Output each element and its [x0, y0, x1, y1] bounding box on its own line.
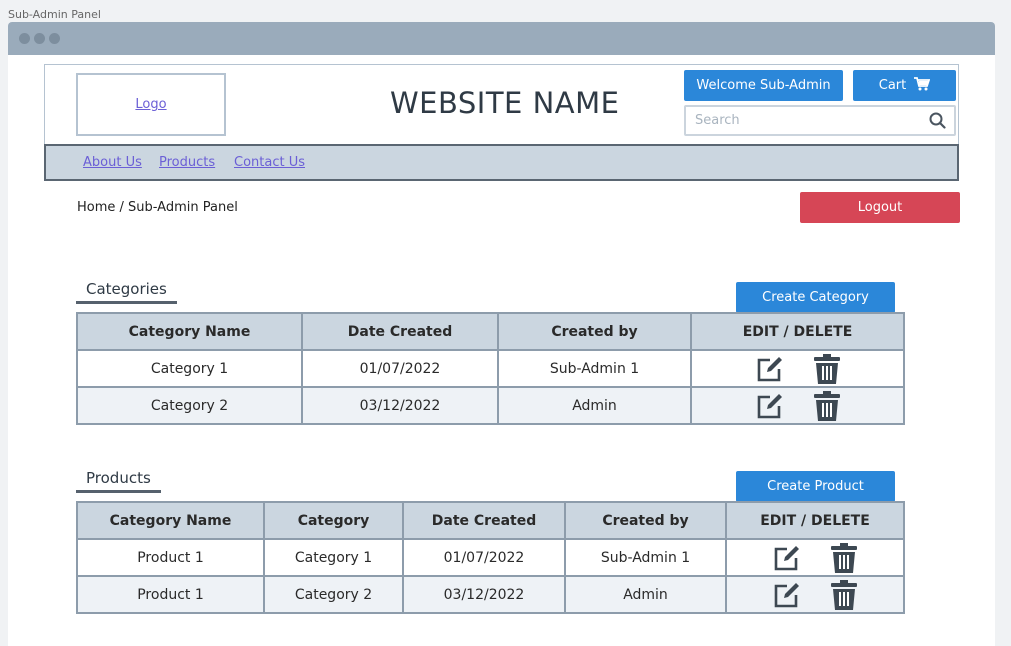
cart-button[interactable]: Cart — [853, 70, 956, 101]
cell-date-created: 03/12/2022 — [402, 575, 566, 614]
trash-icon[interactable] — [831, 579, 857, 610]
create-product-button[interactable]: Create Product — [736, 471, 895, 502]
welcome-button[interactable]: Welcome Sub-Admin — [684, 70, 843, 101]
window-dot[interactable] — [34, 33, 45, 44]
cell-created-by: Sub-Admin 1 — [564, 538, 727, 577]
search-icon[interactable] — [929, 112, 946, 133]
cell-date-created: 01/07/2022 — [402, 538, 566, 577]
trash-icon[interactable] — [831, 542, 857, 573]
edit-icon[interactable] — [773, 544, 801, 572]
cell-product-name: Product 1 — [76, 538, 265, 577]
cell-created-by: Admin — [564, 575, 727, 614]
browser-window: Logo WEBSITE NAME Welcome Sub-Admin Cart — [8, 22, 995, 646]
column-header: Created by — [497, 312, 692, 351]
table-row: Category 2 03/12/2022 Admin — [76, 386, 905, 425]
create-category-button[interactable]: Create Category — [736, 282, 895, 313]
site-header: Logo WEBSITE NAME Welcome Sub-Admin Cart — [44, 64, 959, 145]
table-header-row: Category Name Date Created Created by ED… — [76, 312, 905, 351]
logout-button[interactable]: Logout — [800, 192, 960, 223]
window-titlebar — [8, 22, 995, 55]
categories-title: Categories — [86, 280, 167, 298]
column-header: Created by — [564, 501, 727, 540]
table-row: Product 1 Category 2 03/12/2022 Admin — [76, 575, 905, 614]
products-table: Category Name Category Date Created Crea… — [76, 501, 905, 614]
cell-created-by: Admin — [497, 386, 692, 425]
column-header: Category Name — [76, 501, 265, 540]
column-header: Category — [263, 501, 404, 540]
column-header: Date Created — [402, 501, 566, 540]
table-row: Product 1 Category 1 01/07/2022 Sub-Admi… — [76, 538, 905, 577]
trash-icon[interactable] — [813, 390, 840, 421]
trash-icon[interactable] — [813, 353, 840, 384]
cell-category: Category 1 — [263, 538, 404, 577]
cell-date-created: 03/12/2022 — [301, 386, 499, 425]
column-header: EDIT / DELETE — [725, 501, 905, 540]
categories-table: Category Name Date Created Created by ED… — [76, 312, 905, 425]
table-row: Category 1 01/07/2022 Sub-Admin 1 — [76, 349, 905, 388]
nav-item-about-us[interactable]: About Us — [83, 155, 142, 170]
edit-icon[interactable] — [756, 355, 784, 383]
page-label: Sub-Admin Panel — [8, 8, 101, 21]
column-header: Category Name — [76, 312, 303, 351]
edit-icon[interactable] — [773, 581, 801, 609]
cell-actions — [725, 575, 905, 614]
categories-tab[interactable]: Categories — [76, 280, 177, 304]
site-name: WEBSITE NAME — [390, 86, 620, 120]
window-dot[interactable] — [49, 33, 60, 44]
table-header-row: Category Name Category Date Created Crea… — [76, 501, 905, 540]
products-title: Products — [86, 469, 151, 487]
logo-box: Logo — [76, 73, 226, 136]
cell-actions — [725, 538, 905, 577]
cell-product-name: Product 1 — [76, 575, 265, 614]
cell-date-created: 01/07/2022 — [301, 349, 499, 388]
cell-actions — [690, 349, 905, 388]
column-header: Date Created — [301, 312, 499, 351]
breadcrumb: Home / Sub-Admin Panel — [77, 200, 238, 215]
cell-category-name: Category 1 — [76, 349, 303, 388]
main-nav: About Us Products Contact Us — [44, 144, 959, 181]
cell-created-by: Sub-Admin 1 — [497, 349, 692, 388]
logo-link[interactable]: Logo — [135, 97, 166, 112]
nav-item-contact-us[interactable]: Contact Us — [234, 155, 305, 170]
search-input[interactable] — [686, 107, 916, 134]
cell-category: Category 2 — [263, 575, 404, 614]
window-controls — [19, 33, 60, 44]
search-box — [684, 105, 956, 136]
cell-category-name: Category 2 — [76, 386, 303, 425]
cell-actions — [690, 386, 905, 425]
cart-icon — [914, 76, 931, 95]
nav-item-products[interactable]: Products — [159, 155, 215, 170]
edit-icon[interactable] — [756, 392, 784, 420]
column-header: EDIT / DELETE — [690, 312, 905, 351]
products-tab[interactable]: Products — [76, 469, 161, 493]
cart-label: Cart — [878, 78, 907, 93]
window-dot[interactable] — [19, 33, 30, 44]
